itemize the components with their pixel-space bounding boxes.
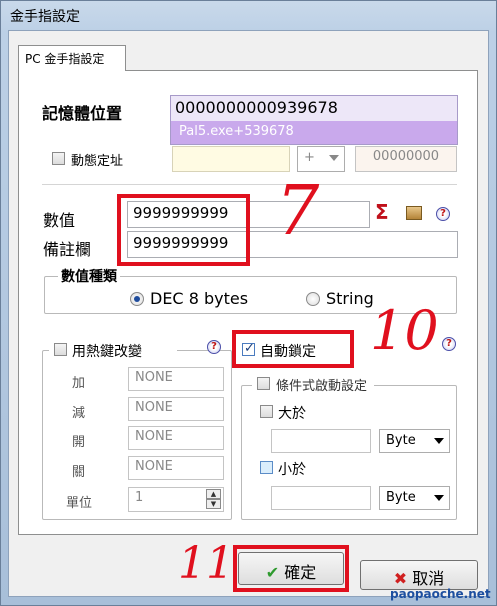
unit-value: 1 [135,490,144,505]
window-title: 金手指設定 [10,9,80,25]
greater-than-value-field[interactable] [271,429,371,453]
memory-address-field[interactable]: 0000000000939678 Pal5.exe+539678 [170,95,458,145]
package-icon[interactable] [406,206,422,220]
tab-pc-cheat-settings[interactable]: PC 金手指設定 [18,45,126,71]
help-icon[interactable]: ? [436,207,450,221]
sigma-icon[interactable]: Σ [375,200,389,224]
off-label: 關 [72,465,86,480]
chevron-down-icon [434,438,444,444]
hotkey-checkbox[interactable] [54,343,67,356]
spin-up-icon[interactable]: ▲ [206,489,221,499]
less-than-value-field[interactable] [271,486,371,510]
on-label: 開 [72,435,86,450]
dec-8-bytes-radio[interactable] [130,292,144,306]
dynamic-address-label: 動態定址 [71,154,124,169]
value-label: 數值 [43,211,76,230]
section-divider [42,184,457,185]
off-hotkey-field[interactable]: NONE [128,456,224,480]
help-icon[interactable]: ? [442,337,456,351]
condition-label: 條件式啟動設定 [276,379,368,394]
greater-than-type-select[interactable]: Byte [379,429,450,453]
spin-down-icon[interactable]: ▼ [206,499,221,509]
increase-label: 加 [72,376,86,391]
greater-type-value: Byte [386,433,416,448]
less-than-checkbox[interactable] [260,461,273,474]
string-radio[interactable] [306,292,320,306]
hotkey-label: 用熱鍵改變 [72,344,142,360]
dynamic-address-offset-field[interactable]: 00000000 [355,146,457,172]
close-icon: ✖ [393,569,408,588]
module-offset-label: Pal5.exe+539678 [171,121,457,144]
unit-stepper[interactable]: 1 ▲ ▼ [128,487,224,512]
dynamic-address-checkbox[interactable] [52,152,65,165]
increase-hotkey-field[interactable]: NONE [128,367,224,391]
unit-label: 單位 [66,496,93,511]
chevron-down-icon [434,495,444,501]
string-label: String [326,289,374,308]
condition-checkbox[interactable] [257,377,270,390]
decrease-hotkey-field[interactable]: NONE [128,397,224,421]
greater-than-checkbox[interactable] [260,405,273,418]
memory-address-value: 0000000000939678 [175,98,338,117]
cancel-button-label: 取消 [412,569,445,588]
chevron-down-icon [329,155,339,161]
annotation-number-10: 10 [370,299,439,362]
on-hotkey-field[interactable]: NONE [128,426,224,450]
highlight-box-auto-lock [232,330,354,368]
greater-than-label: 大於 [278,406,306,422]
dec-8-bytes-label: DEC 8 bytes [150,289,249,308]
help-icon[interactable]: ? [207,340,221,354]
less-type-value: Byte [386,490,416,505]
annotation-number-11: 11 [178,538,234,589]
highlight-box-value-note [117,194,250,266]
operator-value: + [304,150,315,165]
watermark-text: paopaoche.net [390,587,491,601]
highlight-box-ok [233,545,349,592]
annotation-number-7: 7 [276,172,320,251]
note-label: 備註欄 [43,240,92,259]
decrease-label: 減 [72,406,86,421]
less-than-label: 小於 [278,462,306,478]
cancel-button[interactable]: ✖ 取消 [360,560,478,590]
dynamic-address-base-field[interactable] [172,146,290,172]
less-than-type-select[interactable]: Byte [379,486,450,510]
memory-location-label: 記憶體位置 [42,104,123,123]
dynamic-address-operator-select[interactable]: + [297,146,345,172]
value-type-legend: 數值種類 [58,266,120,286]
